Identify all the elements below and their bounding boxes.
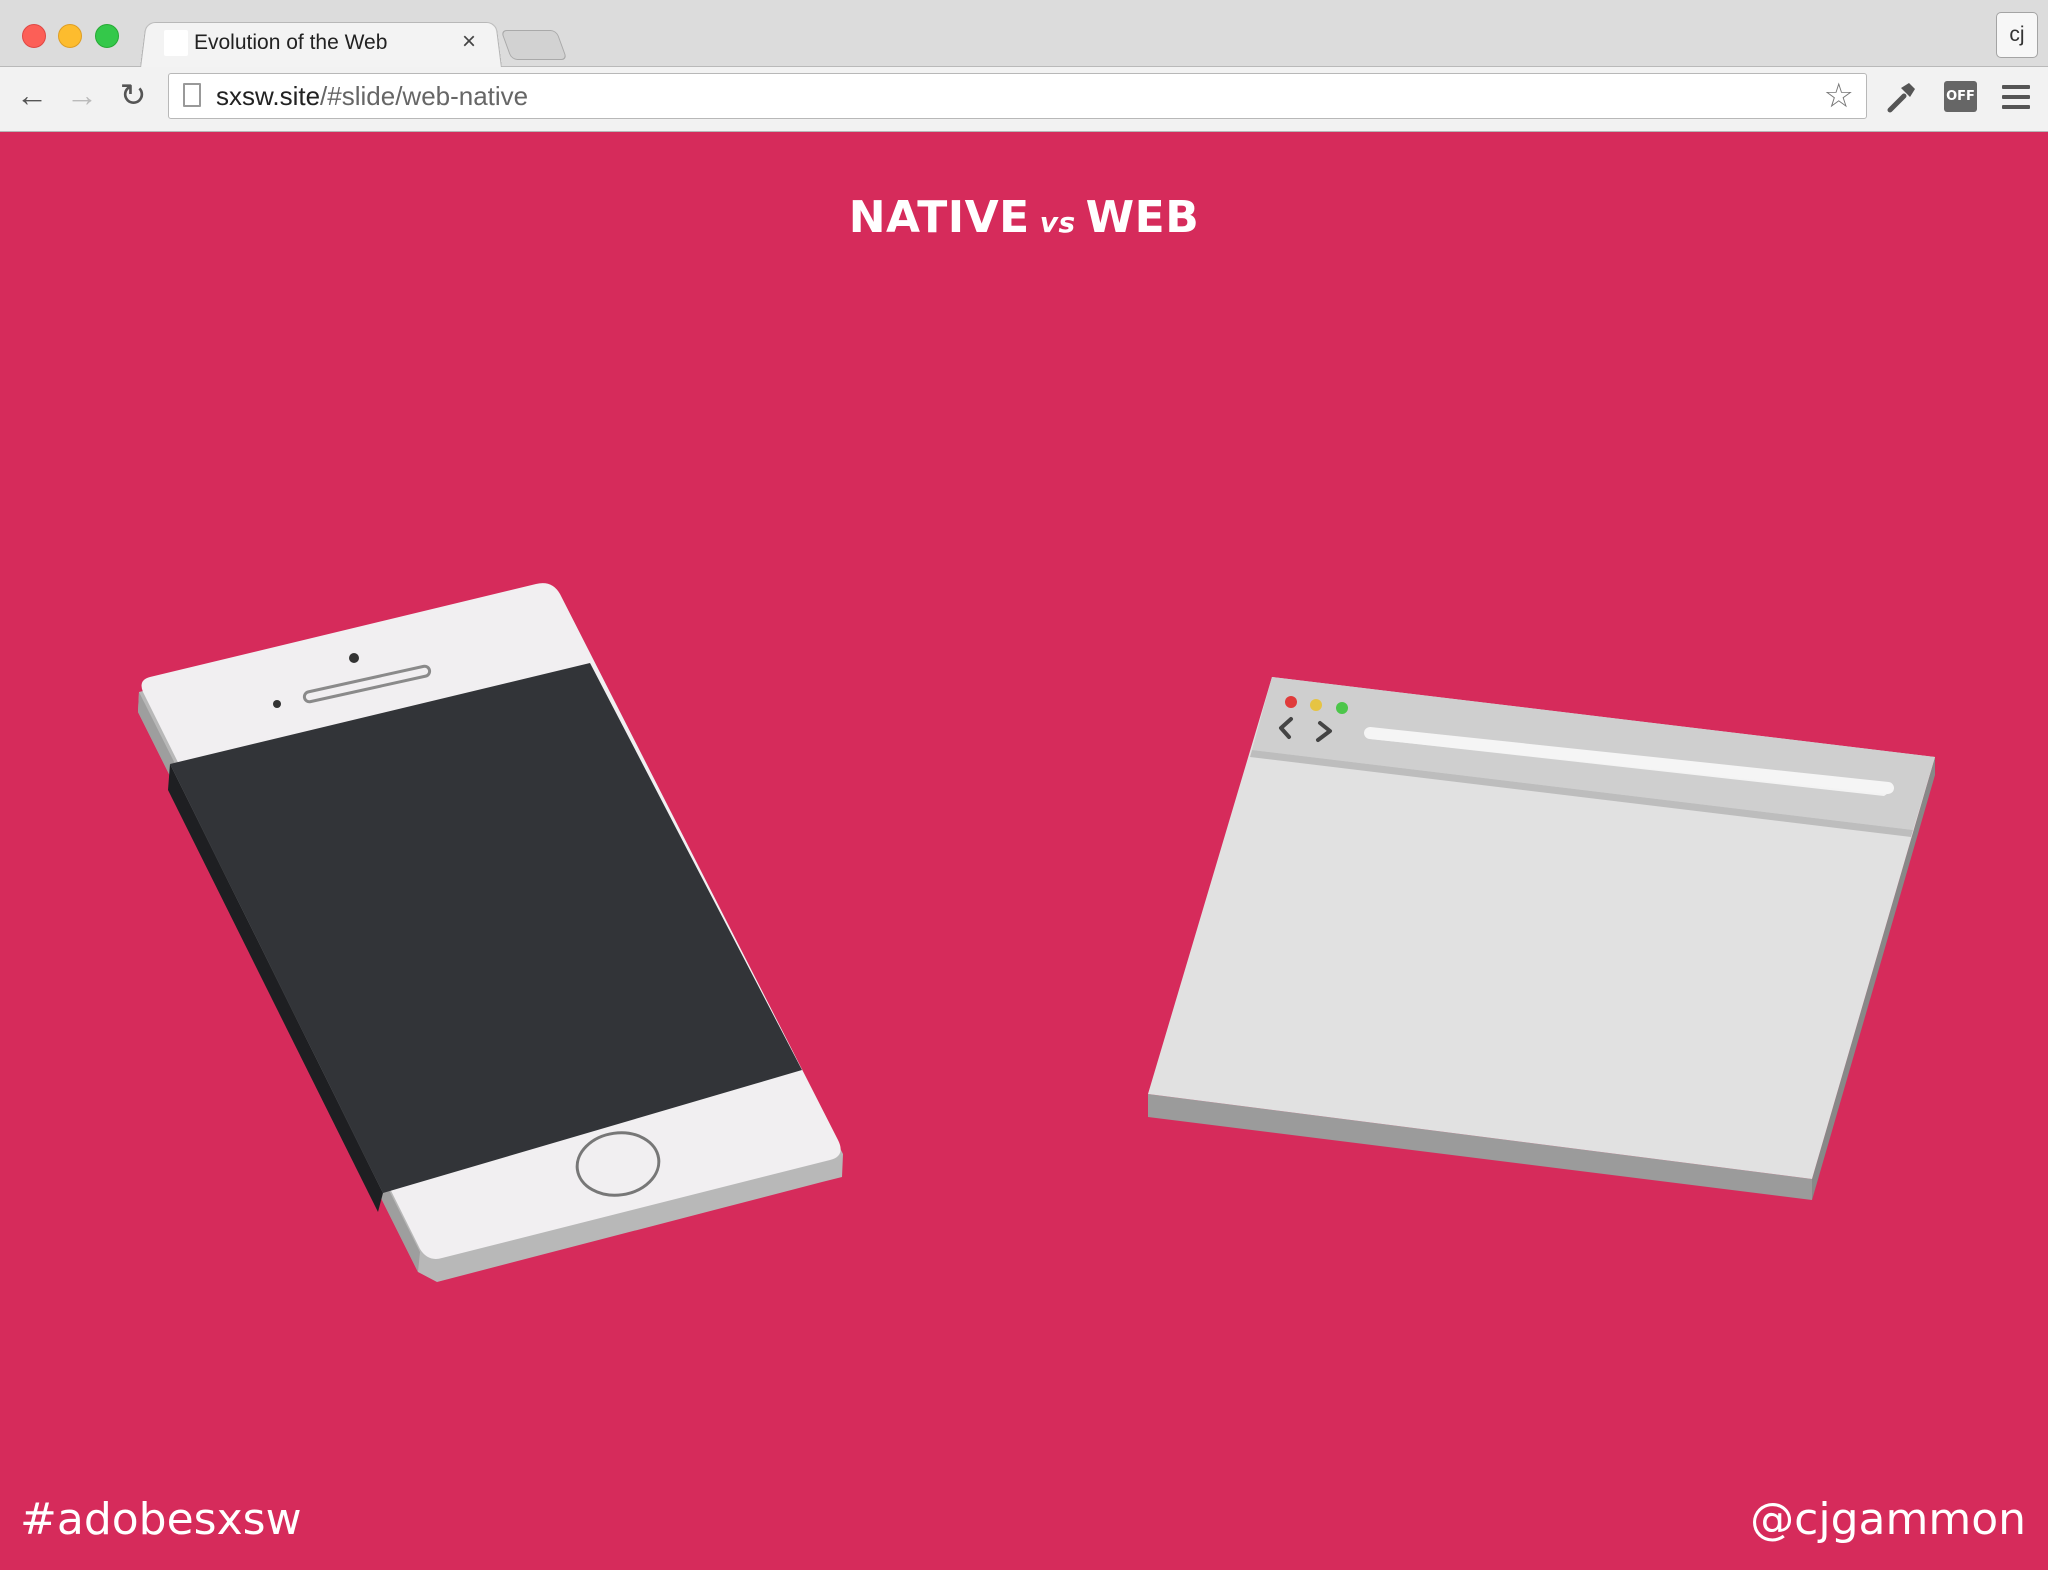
new-tab-button[interactable] xyxy=(500,30,568,60)
browser-chrome: Evolution of the Web × cj ← → ↻ sxsw.sit… xyxy=(0,0,2048,132)
phone-sensor xyxy=(273,700,281,708)
zoom-window-button[interactable] xyxy=(95,24,119,48)
menu-icon[interactable] xyxy=(2002,85,2030,109)
slide: NATIVE vs WEB #adobesxsw @cjgammon xyxy=(0,132,2048,1570)
address-bar[interactable]: sxsw.site/#slide/web-native ☆ xyxy=(168,73,1867,119)
forward-arrow-icon[interactable]: → xyxy=(62,75,102,115)
url-path: /#slide/web-native xyxy=(320,81,529,111)
page-favicon-icon xyxy=(164,30,188,56)
browser-minimize-dot xyxy=(1310,699,1322,711)
browser-close-dot xyxy=(1285,696,1297,708)
tab-strip: Evolution of the Web × cj xyxy=(0,0,2048,68)
url-text[interactable]: sxsw.site/#slide/web-native xyxy=(216,81,528,112)
illustration xyxy=(138,583,1935,1282)
hashtag-label: #adobesxsw xyxy=(20,1494,302,1545)
active-tab-content[interactable]: Evolution of the Web × xyxy=(160,22,500,66)
close-window-button[interactable] xyxy=(22,24,46,48)
profile-button[interactable]: cj xyxy=(1996,12,2038,58)
browser-illustration xyxy=(1148,677,1935,1200)
back-arrow-icon[interactable]: ← xyxy=(12,75,52,115)
extension-off-badge[interactable]: OFF xyxy=(1944,81,1977,112)
minimize-window-button[interactable] xyxy=(58,24,82,48)
tab-title: Evolution of the Web xyxy=(194,31,388,54)
tab-close-icon[interactable]: × xyxy=(462,28,476,56)
bookmark-star-icon[interactable]: ☆ xyxy=(1824,76,1854,116)
page-icon xyxy=(183,83,201,107)
twitter-handle-label: @cjgammon xyxy=(1750,1494,2026,1545)
wrench-icon[interactable] xyxy=(1884,80,1918,114)
url-host: sxsw.site xyxy=(216,81,321,111)
browser-zoom-dot xyxy=(1336,702,1348,714)
phone-illustration xyxy=(138,583,843,1282)
toolbar: ← → ↻ sxsw.site/#slide/web-native ☆ OFF xyxy=(0,67,2048,131)
phone-camera xyxy=(349,653,359,663)
reload-icon[interactable]: ↻ xyxy=(113,75,153,115)
